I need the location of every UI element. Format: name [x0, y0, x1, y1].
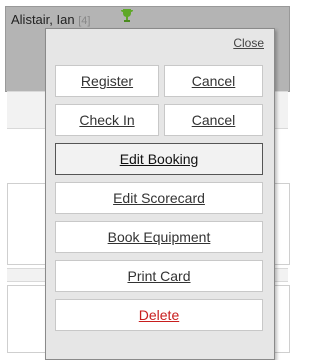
- player-name: Alistair, Ian [4]: [11, 12, 90, 27]
- book-equipment-button[interactable]: Book Equipment: [55, 221, 263, 253]
- print-card-button[interactable]: Print Card: [55, 260, 263, 292]
- edit-booking-button[interactable]: Edit Booking: [55, 143, 263, 175]
- check-in-cancel-button[interactable]: Cancel: [164, 104, 263, 136]
- edit-scorecard-button[interactable]: Edit Scorecard: [55, 182, 263, 214]
- register-button[interactable]: Register: [55, 65, 159, 97]
- close-link[interactable]: Close: [233, 36, 264, 50]
- register-cancel-button[interactable]: Cancel: [164, 65, 263, 97]
- booking-action-menu: Close Register Cancel Check In Cancel Ed…: [45, 28, 275, 360]
- delete-button[interactable]: Delete: [55, 299, 263, 331]
- player-count: [4]: [78, 15, 91, 27]
- check-in-button[interactable]: Check In: [55, 104, 159, 136]
- player-name-text: Alistair, Ian: [11, 12, 75, 27]
- trophy-icon: [121, 9, 133, 22]
